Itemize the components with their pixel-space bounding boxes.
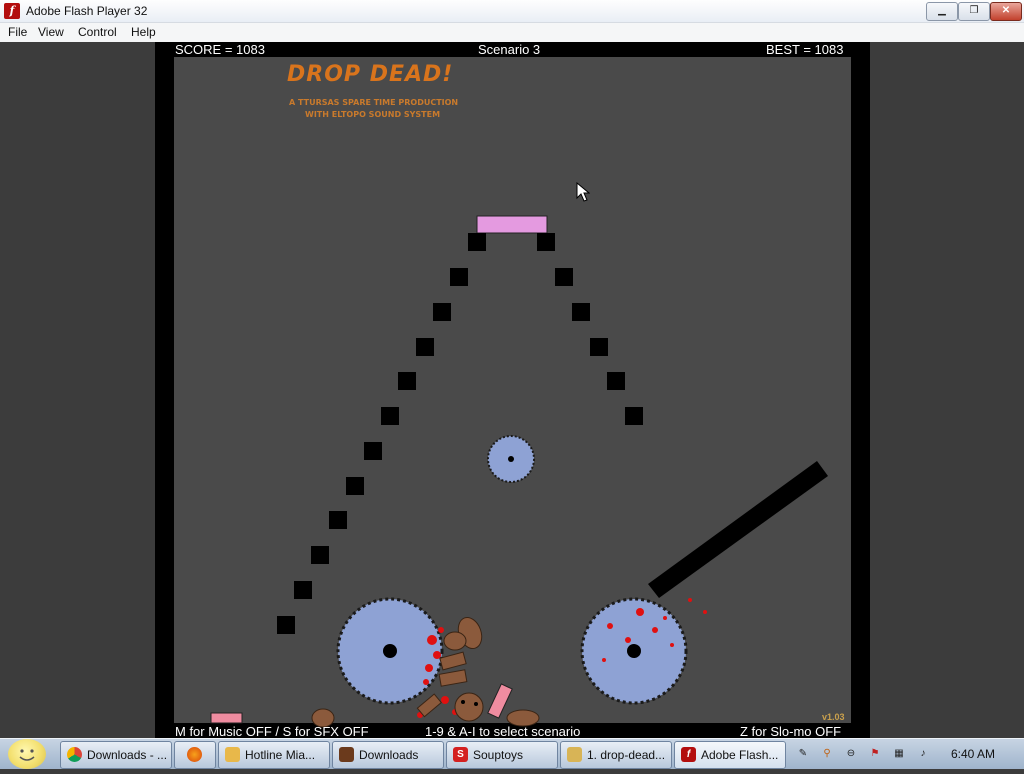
taskbar-item-label: Adobe Flash... xyxy=(701,748,779,762)
folder-icon xyxy=(225,747,240,762)
volume-tray-icon[interactable]: ♪ xyxy=(916,747,930,761)
start-button[interactable] xyxy=(8,739,46,769)
firefox-icon xyxy=(187,747,202,762)
flash-icon: f xyxy=(681,747,696,762)
right-block-staircase xyxy=(537,233,643,425)
search-tray-icon[interactable]: ⚲ xyxy=(820,747,834,761)
taskbar-item-label: 1. drop-dead... xyxy=(587,748,666,762)
pink-block-bottom-left xyxy=(210,712,243,724)
pink-platform xyxy=(476,215,548,234)
right-saw-blade xyxy=(580,597,688,705)
pink-stick xyxy=(487,683,513,719)
slowmo-hint: Z for Slo-mo OFF xyxy=(740,724,842,739)
taskbar-item-label: Downloads - ... xyxy=(87,748,168,762)
taskbar-chrome-downloads[interactable]: Downloads - ... xyxy=(60,741,172,769)
taskbar-firefox[interactable] xyxy=(174,741,216,769)
game-scene xyxy=(210,215,828,728)
pen-tray-icon[interactable]: ✎ xyxy=(796,747,810,761)
taskbar-item-label: Downloads xyxy=(359,748,419,762)
action-center-tray-icon[interactable]: ⚑ xyxy=(868,747,882,761)
taskbar-downloads[interactable]: Downloads xyxy=(332,741,444,769)
taskbar-souptoys[interactable]: S Souptoys xyxy=(446,741,558,769)
taskbar-item-label: Hotline Mia... xyxy=(245,748,316,762)
network-tray-icon[interactable]: ▦ xyxy=(892,747,906,761)
taskbar: Downloads - ... Hotline Mia... Downloads… xyxy=(0,738,1024,769)
mouse-cursor-icon xyxy=(576,182,590,202)
souptoys-icon: S xyxy=(453,747,468,762)
minus-circle-tray-icon[interactable]: ⊖ xyxy=(844,747,858,761)
diagonal-bar xyxy=(648,461,828,598)
music-sfx-hint: M for Music OFF / S for SFX OFF xyxy=(175,724,369,739)
taskbar-clock[interactable]: 6:40 AM xyxy=(951,747,995,761)
version-label: v1.03 xyxy=(822,712,845,722)
taskbar-item-label: Souptoys xyxy=(473,748,524,762)
smiley-icon xyxy=(19,749,35,761)
notepad-icon xyxy=(567,747,582,762)
taskbar-notepad-drop-dead[interactable]: 1. drop-dead... xyxy=(560,741,672,769)
small-saw-blade xyxy=(487,435,535,483)
taskbar-adobe-flash[interactable]: f Adobe Flash... xyxy=(674,741,786,769)
downloads-icon xyxy=(339,747,354,762)
scenario-select-hint: 1-9 & A-I to select scenario xyxy=(425,724,581,739)
left-block-staircase xyxy=(277,233,486,634)
left-saw-blade xyxy=(336,597,444,705)
chrome-icon xyxy=(67,747,82,762)
taskbar-hotline-miami[interactable]: Hotline Mia... xyxy=(218,741,330,769)
